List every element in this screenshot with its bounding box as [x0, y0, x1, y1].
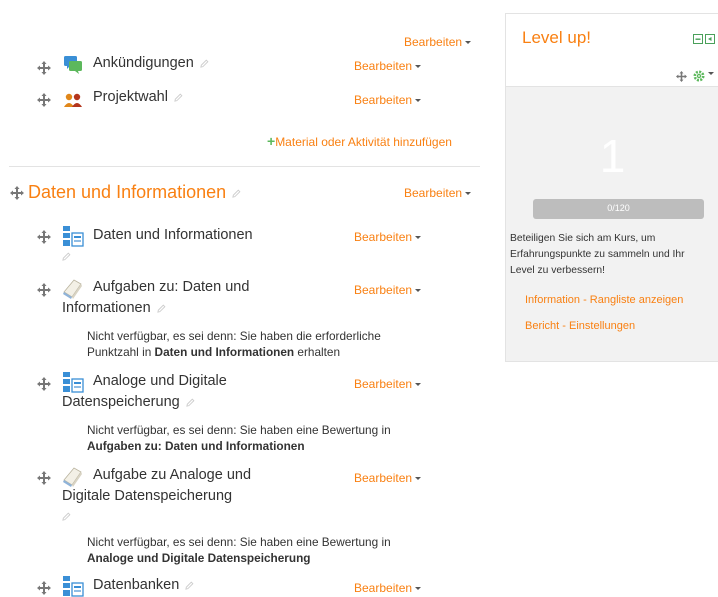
activity-edit-menu[interactable]: Bearbeiten: [354, 377, 422, 391]
activity-link-aufgabe-analoge[interactable]: Aufgabe zu Analoge und: [93, 465, 251, 486]
restriction-link[interactable]: Aufgaben zu: Daten und Informationen: [87, 439, 305, 453]
report-settings-link[interactable]: Bericht - Einstellungen: [525, 320, 635, 332]
activity-link-aufgaben-daten[interactable]: Aufgaben zu: Daten und: [93, 277, 249, 298]
progress-bar: 0/120: [533, 199, 704, 219]
move-icon[interactable]: [10, 186, 24, 200]
edit-title-icon[interactable]: [200, 59, 209, 68]
move-icon[interactable]: [37, 283, 51, 297]
dock-icons[interactable]: [693, 34, 715, 44]
block-title: Level up!: [522, 28, 591, 47]
assignment-icon: [62, 278, 84, 300]
activity-link-analoge-digitale[interactable]: Analoge und Digitale: [93, 371, 227, 392]
activity-edit-menu[interactable]: Bearbeiten: [354, 471, 422, 485]
edit-title-icon[interactable]: [174, 93, 183, 102]
plus-icon: +: [267, 133, 276, 149]
progress-text: 0/120: [607, 203, 630, 213]
group-choice-icon: [64, 93, 82, 107]
edit-title-icon[interactable]: [185, 581, 194, 590]
section-edit-menu[interactable]: Bearbeiten: [404, 186, 472, 200]
block-description: Beteiligen Sie sich am Kurs, um Erfahrun…: [510, 233, 685, 276]
activity-edit-menu[interactable]: Bearbeiten: [354, 230, 422, 244]
activity-link-datenbanken[interactable]: Datenbanken: [93, 575, 194, 596]
page-icon: [62, 371, 84, 393]
move-icon[interactable]: [37, 230, 51, 244]
activity-edit-menu[interactable]: Bearbeiten: [354, 283, 422, 297]
availability-restriction: Nicht verfügbar, es sei denn: Sie haben …: [87, 535, 391, 565]
page-icon: [62, 225, 84, 247]
edit-title-icon[interactable]: [62, 512, 71, 521]
availability-restriction: Nicht verfügbar, es sei denn: Sie haben …: [87, 423, 391, 453]
section-edit-menu[interactable]: Bearbeiten: [404, 35, 472, 49]
move-icon[interactable]: [37, 377, 51, 391]
level-up-block: Level up! 1 0/120 Beteiligen Sie sich am…: [505, 13, 718, 362]
section-title[interactable]: Daten und Informationen: [28, 182, 241, 203]
info-ranking-link[interactable]: Information - Rangliste anzeigen: [525, 294, 683, 306]
move-icon[interactable]: [37, 581, 51, 595]
gear-icon[interactable]: [693, 70, 705, 82]
activity-link-projektwahl[interactable]: Projektwahl: [93, 87, 183, 108]
chevron-down-icon[interactable]: [708, 72, 714, 75]
move-icon[interactable]: [676, 71, 687, 82]
assignment-icon: [62, 466, 84, 488]
move-icon[interactable]: [37, 471, 51, 485]
activity-link-ankuendigungen[interactable]: Ankündigungen: [93, 53, 209, 74]
activity-edit-menu[interactable]: Bearbeiten: [354, 581, 422, 595]
forum-icon: [64, 56, 82, 74]
restriction-link[interactable]: Analoge und Digitale Datenspeicherung: [87, 551, 311, 565]
edit-title-icon[interactable]: [232, 189, 241, 198]
restriction-link[interactable]: Daten und Informationen: [155, 345, 295, 359]
section-divider: [9, 166, 480, 167]
activity-link-aufgabe-analoge-cont[interactable]: Digitale Datenspeicherung: [62, 486, 232, 507]
activity-link-daten-und-informationen[interactable]: Daten und Informationen: [93, 225, 253, 246]
move-icon[interactable]: [37, 93, 51, 107]
activity-link-analoge-digitale-cont[interactable]: Datenspeicherung: [62, 392, 195, 413]
availability-restriction: Nicht verfügbar, es sei denn: Sie haben …: [87, 329, 381, 359]
edit-title-icon[interactable]: [157, 304, 166, 313]
activity-edit-menu[interactable]: Bearbeiten: [354, 93, 422, 107]
add-activity-link[interactable]: +Material oder Aktivität hinzufügen: [267, 133, 452, 149]
page-icon: [62, 575, 84, 597]
move-icon[interactable]: [37, 61, 51, 75]
activity-edit-menu[interactable]: Bearbeiten: [354, 59, 422, 73]
edit-title-icon[interactable]: [186, 398, 195, 407]
level-badge: 1: [599, 130, 626, 182]
edit-title-icon[interactable]: [62, 252, 71, 261]
activity-link-aufgaben-daten-cont[interactable]: Informationen: [62, 298, 166, 319]
block-header: Level up!: [506, 14, 718, 87]
